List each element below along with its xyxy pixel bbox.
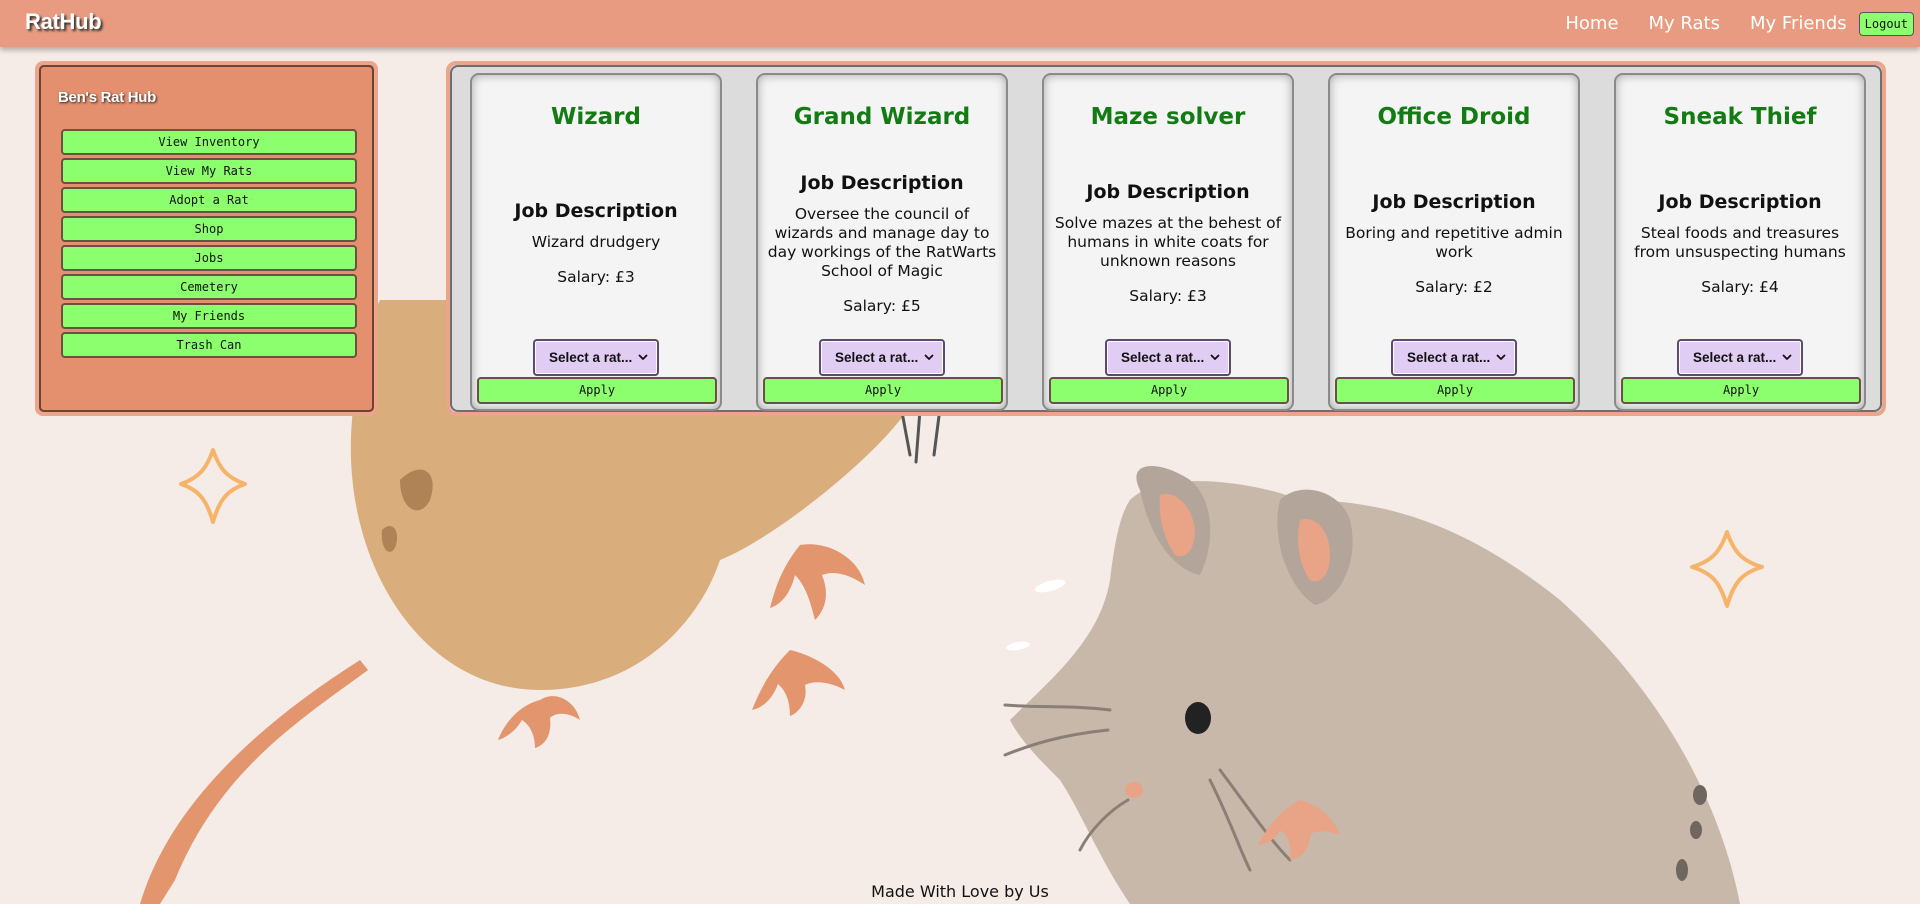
- jobs-button[interactable]: Jobs: [61, 245, 357, 271]
- job-title: Wizard: [551, 104, 641, 130]
- chevron-down-icon: [638, 354, 648, 361]
- job-salary: Salary: £3: [557, 268, 635, 286]
- nav-link-my-friends[interactable]: My Friends: [1750, 13, 1847, 34]
- job-description: Boring and repetitive admin work: [1345, 223, 1563, 261]
- footer-text: Made With Love by Us: [871, 882, 1049, 901]
- job-title: Grand Wizard: [793, 104, 971, 130]
- jobs-panel: Wizard Job Description Wizard drudgery S…: [446, 61, 1886, 416]
- rat-select-dropdown[interactable]: Select a rat...: [1391, 339, 1517, 376]
- job-card-wizard: Wizard Job Description Wizard drudgery S…: [470, 73, 722, 411]
- job-details: Job Description Wizard drudgery Salary: …: [470, 131, 722, 355]
- job-details: Job Description Solve mazes at the behes…: [1042, 131, 1294, 355]
- rat-select-value: Select a rat...: [549, 350, 633, 365]
- job-card-sneak-thief: Sneak Thief Job Description Steal foods …: [1614, 73, 1866, 411]
- job-description: Oversee the council of wizards and manag…: [767, 204, 997, 280]
- rat-select-dropdown[interactable]: Select a rat...: [1677, 339, 1803, 376]
- job-salary: Salary: £5: [843, 296, 921, 315]
- rat-select-dropdown[interactable]: Select a rat...: [533, 339, 659, 376]
- tan-rat-tail: [140, 660, 368, 904]
- job-description-heading: Job Description: [1086, 181, 1250, 203]
- job-body: Sneak Thief Job Description Steal foods …: [1616, 93, 1864, 355]
- rat-select-value: Select a rat...: [1121, 350, 1205, 365]
- job-details: Job Description Steal foods and treasure…: [1614, 131, 1866, 355]
- rat-select-dropdown[interactable]: Select a rat...: [1105, 339, 1231, 376]
- chevron-down-icon: [1210, 354, 1220, 361]
- nav-links: Home My Rats My Friends Logout: [1565, 0, 1920, 47]
- apply-button[interactable]: Apply: [763, 377, 1003, 404]
- sidebar-title: Ben's Rat Hub: [58, 89, 157, 106]
- jobs-panel-inner-border: Wizard Job Description Wizard drudgery S…: [450, 65, 1882, 412]
- job-description-heading: Job Description: [1372, 190, 1536, 213]
- trash-can-button[interactable]: Trash Can: [61, 332, 357, 358]
- job-title: Sneak Thief: [1663, 104, 1817, 130]
- apply-button[interactable]: Apply: [1049, 377, 1289, 404]
- job-salary: Salary: £3: [1129, 287, 1207, 305]
- chevron-down-icon: [924, 354, 934, 361]
- job-description: Wizard drudgery: [531, 233, 661, 251]
- apply-button[interactable]: Apply: [1335, 377, 1575, 404]
- chevron-down-icon: [1782, 354, 1792, 361]
- job-description: Steal foods and treasures from unsuspect…: [1634, 223, 1846, 261]
- job-body: Office Droid Job Description Boring and …: [1330, 93, 1578, 355]
- nav-link-home[interactable]: Home: [1565, 13, 1618, 34]
- view-my-rats-button[interactable]: View My Rats: [61, 158, 357, 184]
- cemetery-button[interactable]: Cemetery: [61, 274, 357, 300]
- brand-logo[interactable]: RatHub: [25, 9, 102, 35]
- job-card-office-droid: Office Droid Job Description Boring and …: [1328, 73, 1580, 411]
- rat-select-value: Select a rat...: [1407, 350, 1491, 365]
- sidebar-menu: View Inventory View My Rats Adopt a Rat …: [61, 129, 357, 361]
- sidebar-panel: Ben's Rat Hub View Inventory View My Rat…: [35, 61, 378, 416]
- sidebar-inner-border: Ben's Rat Hub View Inventory View My Rat…: [39, 65, 374, 412]
- grey-mouse-illustration: [1003, 466, 1740, 904]
- my-friends-button[interactable]: My Friends: [61, 303, 357, 329]
- logout-button[interactable]: Logout: [1858, 11, 1914, 36]
- eye-icon: [1185, 702, 1211, 734]
- job-card-grand-wizard: Grand Wizard Job Description Oversee the…: [756, 73, 1008, 411]
- job-salary: Salary: £2: [1415, 277, 1493, 296]
- job-details: Job Description Boring and repetitive ad…: [1328, 131, 1580, 355]
- sparkle-icon: [179, 448, 247, 524]
- job-description-heading: Job Description: [1658, 190, 1822, 213]
- rat-select-dropdown[interactable]: Select a rat...: [819, 339, 945, 376]
- job-salary: Salary: £4: [1701, 277, 1779, 296]
- job-title: Maze solver: [1090, 104, 1246, 130]
- chevron-down-icon: [1496, 354, 1506, 361]
- view-inventory-button[interactable]: View Inventory: [61, 129, 357, 155]
- job-description: Solve mazes at the behest of humans in w…: [1054, 214, 1282, 270]
- sparkle-icon: [1690, 530, 1764, 608]
- job-description-heading: Job Description: [800, 171, 964, 194]
- job-description-heading: Job Description: [514, 200, 678, 222]
- rat-select-value: Select a rat...: [835, 350, 919, 365]
- rat-select-value: Select a rat...: [1693, 350, 1777, 365]
- job-body: Grand Wizard Job Description Oversee the…: [758, 93, 1006, 355]
- shop-button[interactable]: Shop: [61, 216, 357, 242]
- job-details: Job Description Oversee the council of w…: [756, 131, 1008, 355]
- adopt-a-rat-button[interactable]: Adopt a Rat: [61, 187, 357, 213]
- top-navbar: RatHub Home My Rats My Friends Logout: [0, 0, 1920, 47]
- apply-button[interactable]: Apply: [1621, 377, 1861, 404]
- job-card-maze-solver: Maze solver Job Description Solve mazes …: [1042, 73, 1294, 411]
- job-body: Wizard Job Description Wizard drudgery S…: [472, 93, 720, 355]
- nav-link-my-rats[interactable]: My Rats: [1649, 13, 1720, 34]
- apply-button[interactable]: Apply: [477, 377, 717, 404]
- job-title: Office Droid: [1377, 104, 1531, 130]
- job-body: Maze solver Job Description Solve mazes …: [1044, 93, 1292, 355]
